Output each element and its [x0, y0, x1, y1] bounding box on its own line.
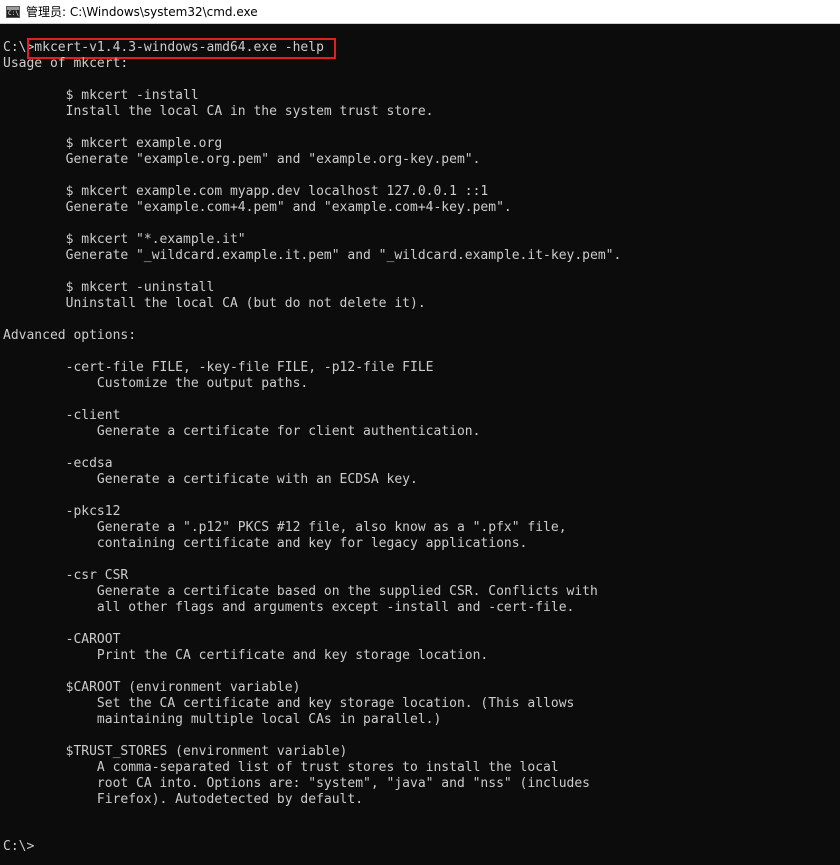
window-title: 管理员: C:\Windows\system32\cmd.exe — [26, 4, 258, 19]
output-line: -client — [3, 408, 121, 423]
output-line: Advanced options: — [3, 328, 137, 343]
title-bar[interactable]: C:\ 管理员: C:\Windows\system32\cmd.exe — [0, 0, 840, 24]
output-line: $CAROOT (environment variable) — [3, 680, 301, 695]
output-line: Generate "example.com+4.pem" and "exampl… — [3, 200, 512, 215]
output-line: containing certificate and key for legac… — [3, 536, 528, 551]
output-line: $ mkcert "*.example.it" — [3, 232, 246, 247]
console-output[interactable]: C:\>mkcert-v1.4.3-windows-amd64.exe -hel… — [0, 24, 840, 865]
output-line: root CA into. Options are: "system", "ja… — [3, 776, 590, 791]
output-line: -csr CSR — [3, 568, 129, 583]
cmd-window: C:\ 管理员: C:\Windows\system32\cmd.exe C:\… — [0, 0, 840, 865]
output-line: Generate a certificate for client authen… — [3, 424, 481, 439]
output-line: -pkcs12 — [3, 504, 121, 519]
output-line: Generate a certificate with an ECDSA key… — [3, 472, 418, 487]
output-line: Generate "_wildcard.example.it.pem" and … — [3, 248, 622, 263]
output-line: -ecdsa — [3, 456, 113, 471]
output-line: $ mkcert example.com myapp.dev localhost… — [3, 184, 489, 199]
command-line: C:\>mkcert-v1.4.3-windows-amd64.exe -hel… — [3, 40, 324, 55]
output-line: $ mkcert -uninstall — [3, 280, 215, 295]
output-line: -CAROOT — [3, 632, 121, 647]
cmd-icon-glyph: C:\ — [8, 9, 19, 17]
output-line: Set the CA certificate and key storage l… — [3, 696, 575, 711]
output-line: A comma-separated list of trust stores t… — [3, 760, 559, 775]
output-line: $ mkcert example.org — [3, 136, 223, 151]
output-line: Customize the output paths. — [3, 376, 309, 391]
output-line: Install the local CA in the system trust… — [3, 104, 434, 119]
output-line: Generate "example.org.pem" and "example.… — [3, 152, 481, 167]
cmd-icon[interactable]: C:\ — [6, 5, 20, 18]
output-line: $TRUST_STORES (environment variable) — [3, 744, 348, 759]
output-line: Generate a certificate based on the supp… — [3, 584, 598, 599]
output-line: all other flags and arguments except -in… — [3, 600, 575, 615]
output-line: maintaining multiple local CAs in parall… — [3, 712, 442, 727]
output-line: -cert-file FILE, -key-file FILE, -p12-fi… — [3, 360, 434, 375]
output-line: Firefox). Autodetected by default. — [3, 792, 364, 807]
console-prompt[interactable]: C:\> — [3, 839, 34, 855]
output-line: $ mkcert -install — [3, 88, 199, 103]
output-line: Generate a ".p12" PKCS #12 file, also kn… — [3, 520, 567, 535]
output-line: Usage of mkcert: — [3, 56, 129, 71]
output-line: Print the CA certificate and key storage… — [3, 648, 489, 663]
output-line: Uninstall the local CA (but do not delet… — [3, 296, 426, 311]
